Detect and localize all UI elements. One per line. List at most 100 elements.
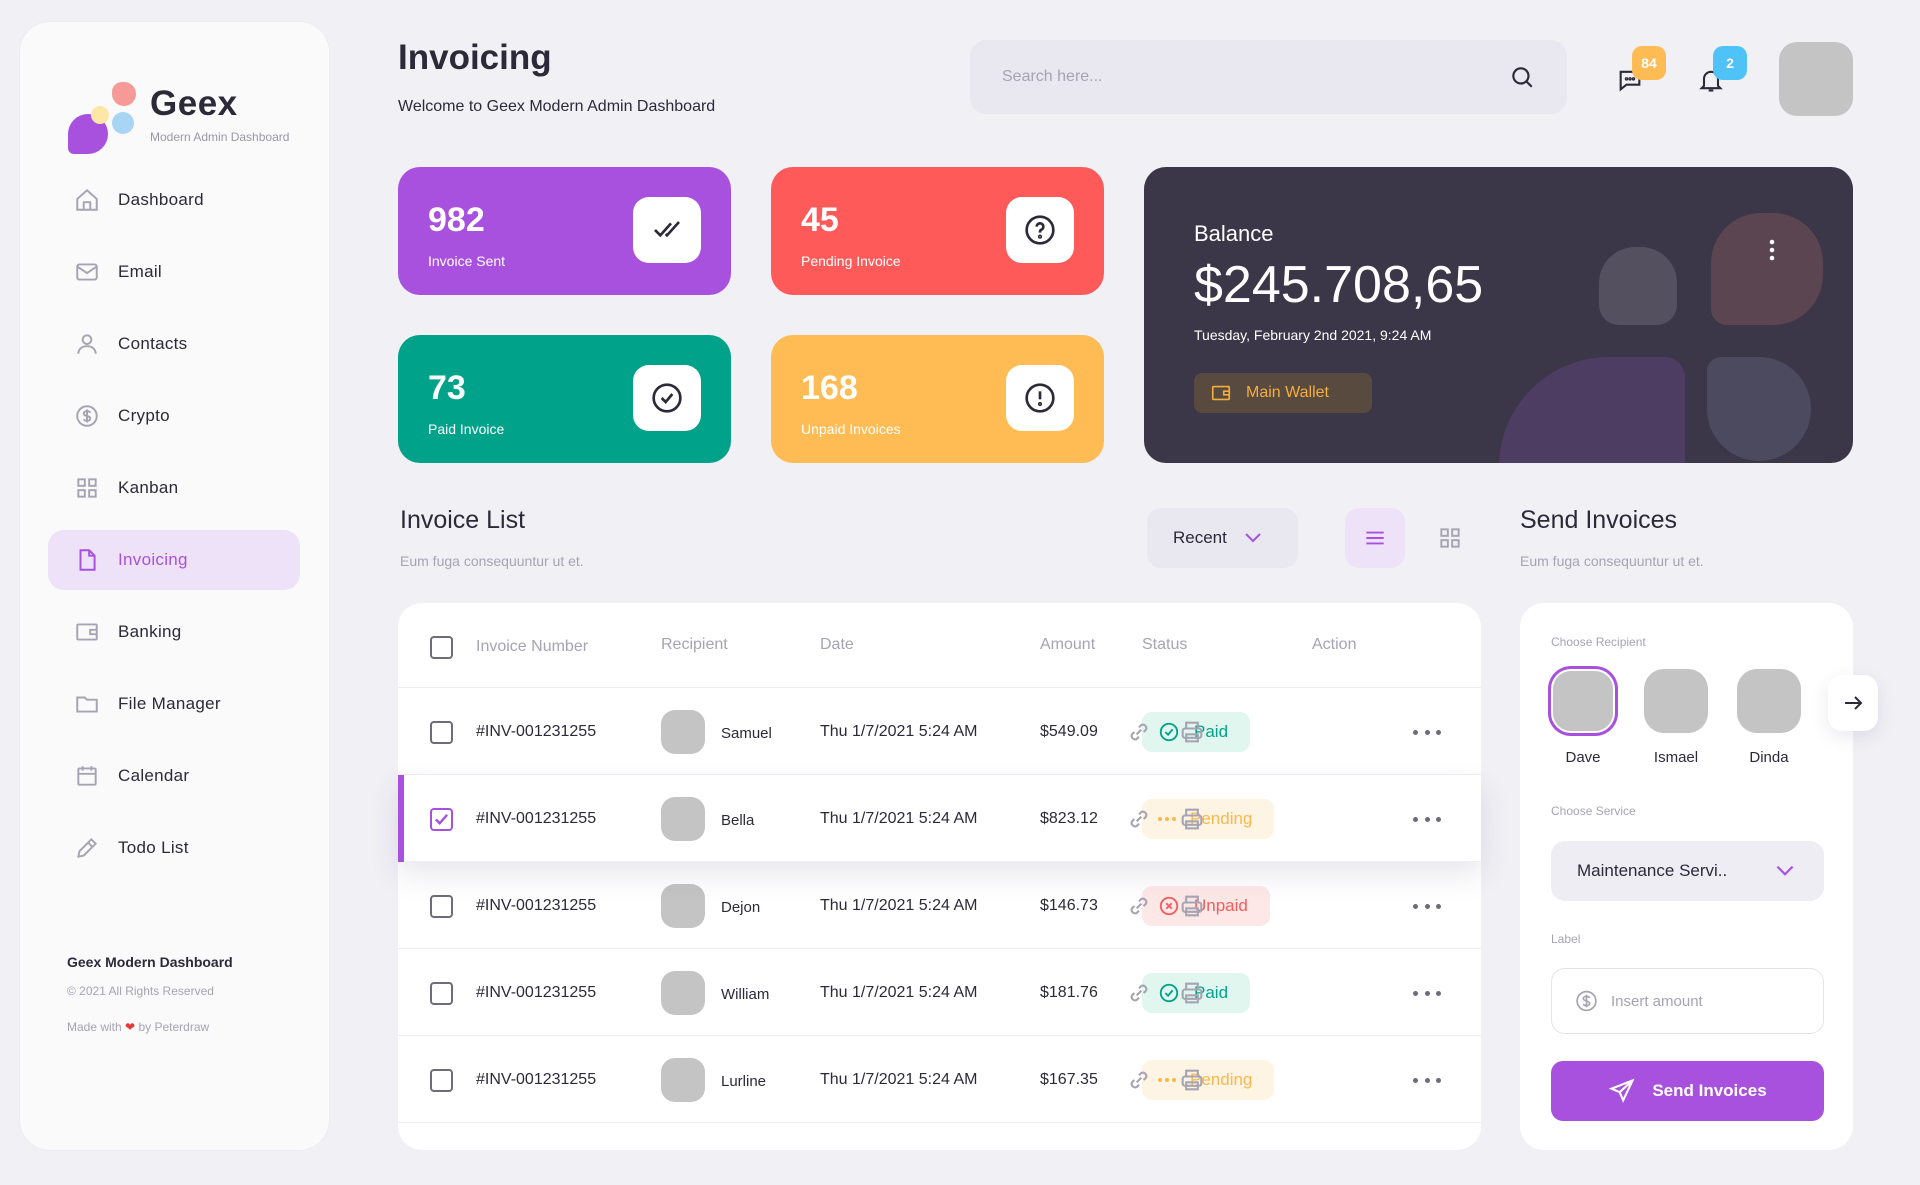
folder-icon [76,696,98,713]
column-header: Amount [1040,636,1096,653]
table-row[interactable]: #INV-001231255 Bella Thu 1/7/2021 5:24 A… [398,775,1481,862]
invoice-date: Thu 1/7/2021 5:24 AM [820,984,978,1001]
print-action[interactable] [1178,805,1206,833]
stat-card-paid-invoice[interactable]: 73 Paid Invoice [398,335,731,463]
link-action[interactable] [1125,892,1153,920]
more-horizontal-icon[interactable] [1413,718,1441,746]
sidebar-item-contacts[interactable]: Contacts [48,314,300,374]
logo-shape-blue [112,112,134,134]
print-icon [1181,1069,1203,1091]
notifications-button[interactable]: 2 [1689,46,1747,102]
table-row[interactable]: #INV-001231255 Dejon Thu 1/7/2021 5:24 A… [398,862,1481,949]
row-checkbox[interactable] [430,895,453,918]
balance-date: Tuesday, February 2nd 2021, 9:24 AM [1194,327,1432,343]
recipient-name: Dejon [721,899,761,916]
sidebar-item-label: Invoicing [118,550,188,569]
stat-card-invoice-sent[interactable]: 982 Invoice Sent [398,167,731,295]
logo[interactable]: Geex Modern Admin Dashboard [48,58,308,158]
recipient-ismael[interactable]: Ismael [1644,669,1708,766]
row-checkbox[interactable] [430,721,453,744]
stat-value: 73 [428,369,466,407]
main-wallet-button[interactable]: Main Wallet [1194,373,1372,413]
balance-card: Balance $245.708,65 Tuesday, February 2n… [1144,167,1853,463]
sidebar-item-dashboard[interactable]: Dashboard [48,170,300,230]
check-circle-icon [1159,722,1179,742]
sidebar-item-label: Kanban [118,478,179,497]
link-action[interactable] [1125,805,1153,833]
search-input[interactable] [1002,68,1509,86]
invoice-date: Thu 1/7/2021 5:24 AM [820,723,978,740]
sidebar-item-calendar[interactable]: Calendar [48,746,300,806]
send-invoices-title: Send Invoices [1520,506,1678,534]
print-action[interactable] [1178,1066,1206,1094]
service-select[interactable]: Maintenance Servi.. [1551,841,1824,901]
sidebar-item-label: Calendar [118,766,190,785]
send-invoices-subtitle: Eum fuga consequuntur ut et. [1520,553,1704,569]
sidebar-item-file-manager[interactable]: File Manager [48,674,300,734]
sidebar-item-todo-list[interactable]: Todo List [48,818,300,878]
made-by-text: by Peterdraw [138,1020,210,1034]
stat-value: 168 [801,369,858,407]
user-avatar[interactable] [1779,42,1853,116]
recipient-name: Dave [1565,749,1601,766]
send-invoices-button[interactable]: Send Invoices [1551,1061,1824,1121]
link-icon [1130,984,1148,1002]
recipient-dave[interactable]: Dave [1551,669,1615,766]
sidebar-item-invoicing[interactable]: Invoicing [48,530,300,590]
recipient-name: Bella [721,812,755,829]
link-action[interactable] [1125,1066,1153,1094]
column-header: Action [1312,636,1357,653]
more-horizontal-icon[interactable] [1413,1066,1441,1094]
user-icon [77,334,97,354]
list-icon [1366,531,1384,545]
sidebar-item-label: File Manager [118,694,221,713]
table-row[interactable]: #INV-001231255 Samuel Thu 1/7/2021 5:24 … [398,688,1481,775]
invoice-amount: $146.73 [1040,897,1098,914]
search-icon[interactable] [1509,64,1535,90]
status-badge: Pending [1142,1060,1275,1100]
messages-button[interactable]: 84 [1608,46,1666,102]
row-checkbox[interactable] [430,982,453,1005]
more-horizontal-icon[interactable] [1413,805,1441,833]
stat-card-pending-invoice[interactable]: 45 Pending Invoice [771,167,1104,295]
row-checkbox[interactable] [430,808,453,831]
sidebar-item-label: Contacts [118,334,188,353]
sidebar-nav: Dashboard Email Contacts Crypto Kanban I… [48,170,300,890]
amount-field [1551,968,1824,1034]
table-row[interactable]: #INV-001231255 William Thu 1/7/2021 5:24… [398,949,1481,1036]
table-row[interactable]: #INV-001231255 Lurline Thu 1/7/2021 5:24… [398,1036,1481,1123]
amount-input[interactable] [1611,992,1801,1010]
status-badge: Pending [1142,799,1275,839]
sidebar-item-crypto[interactable]: Crypto [48,386,300,446]
avatar [1644,669,1708,733]
sidebar-item-banking[interactable]: Banking [48,602,300,662]
sidebar-item-email[interactable]: Email [48,242,300,302]
next-recipients-button[interactable] [1828,675,1878,731]
footer-title: Geex Modern Dashboard [67,954,233,970]
row-checkbox[interactable] [430,1069,453,1092]
print-action[interactable] [1178,892,1206,920]
select-all-checkbox[interactable] [430,636,453,659]
sidebar-item-kanban[interactable]: Kanban [48,458,300,518]
footer-copyright: © 2021 All Rights Reserved [67,984,214,998]
more-horizontal-icon[interactable] [1413,979,1441,1007]
recipient-dinda[interactable]: Dinda [1737,669,1801,766]
print-action[interactable] [1178,979,1206,1007]
link-action[interactable] [1125,979,1153,1007]
service-value: Maintenance Servi.. [1577,861,1728,880]
grid-view-button[interactable] [1420,508,1480,568]
notifications-badge: 2 [1713,46,1747,80]
more-horizontal-icon[interactable] [1413,892,1441,920]
more-vertical-icon[interactable] [1760,235,1784,265]
stat-card-unpaid-invoices[interactable]: 168 Unpaid Invoices [771,335,1104,463]
print-action[interactable] [1178,718,1206,746]
list-view-button[interactable] [1345,508,1405,568]
link-action[interactable] [1125,718,1153,746]
stat-value: 982 [428,201,485,239]
recipient-name: Samuel [721,725,772,742]
app-name: Geex [150,84,238,123]
recent-filter-dropdown[interactable]: Recent [1147,508,1298,568]
invoice-number: #INV-001231255 [476,897,597,914]
column-header: Status [1142,636,1188,653]
page-subtitle: Welcome to Geex Modern Admin Dashboard [398,98,716,115]
